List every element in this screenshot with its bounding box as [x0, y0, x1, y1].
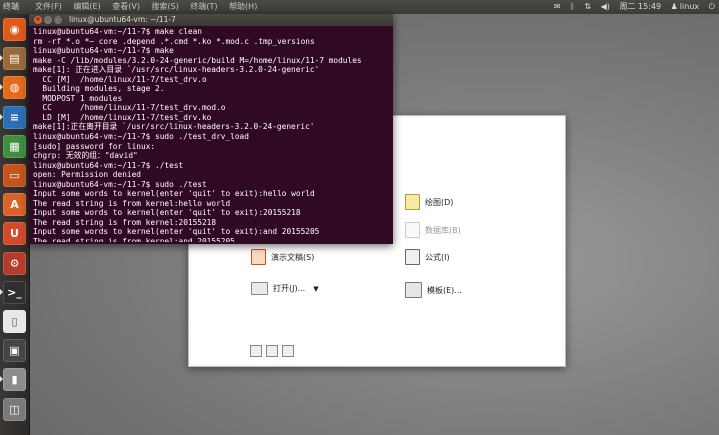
draw-icon: [405, 194, 420, 210]
terminal-titlebar[interactable]: × – □ linux@ubuntu64-vm: ~/11-7: [29, 14, 393, 26]
dash-home-icon[interactable]: ◉: [3, 18, 26, 41]
clock[interactable]: 周二 15:49: [619, 2, 661, 11]
software-center-icon[interactable]: A: [3, 193, 26, 217]
menu-terminal[interactable]: 终端(T): [190, 2, 217, 11]
terminal-line: CC [M] /home/linux/11-7/test_drv.o: [33, 74, 207, 84]
terminal-line: The read string is from kernel:hello wor…: [33, 198, 231, 208]
top-panel: 终端 文件(F) 编辑(E) 查看(V) 搜索(S) 终端(T) 帮助(H) ✉…: [0, 0, 719, 14]
system-tray: ✉ ᛒ ⇅ ◀) 周二 15:49 ♟ linux ⏻: [547, 0, 715, 14]
writer-icon[interactable]: ≡: [3, 105, 26, 129]
terminal-icon[interactable]: >_: [3, 280, 26, 304]
terminal-title: linux@ubuntu64-vm: ~/11-7: [69, 15, 176, 24]
terminal-line: rm -rf *.o *~ core .depend .*.cmd *.ko *…: [33, 36, 315, 46]
trash-icon[interactable]: ◫: [3, 397, 26, 421]
running-indicator: [0, 113, 3, 120]
terminal-window: × – □ linux@ubuntu64-vm: ~/11-7 linux@ub…: [29, 14, 393, 244]
terminal-line: The read string is from kernel:and 20155…: [33, 237, 235, 242]
templates-icon: [405, 282, 422, 298]
mail-icon[interactable]: ✉: [554, 2, 561, 11]
calc-icon[interactable]: ▦: [3, 134, 26, 158]
volume-icon[interactable]: ◀): [601, 2, 610, 11]
running-indicator: [0, 376, 3, 383]
active-app-title: 终端: [3, 2, 19, 11]
folder-icon: [251, 282, 268, 295]
terminal-line: CC /home/linux/11-7/test_drv.mod.o: [33, 103, 226, 113]
terminal-line: open: Permission denied: [33, 170, 141, 180]
terminal-output[interactable]: linux@ubuntu64-vm:~/11-7$ make clean rm -…: [33, 27, 391, 242]
terminal-line: MODPOST 1 modules: [33, 93, 123, 103]
running-indicator: [0, 84, 3, 91]
terminal-line: [sudo] password for linux:: [33, 141, 156, 151]
presentation-button[interactable]: 演示文稿(S): [251, 249, 314, 265]
open-button[interactable]: 打开(J)... ▼: [251, 282, 319, 295]
terminal-line: linux@ubuntu64-vm:~/11-7$ sudo ./test: [33, 179, 207, 189]
launcher: ◉ ▤ ◍ ≡ ▦ ▭ A U ⚙ >_ ▯ ▣ ▮ ◫: [0, 14, 30, 435]
firefox-icon[interactable]: ◍: [3, 76, 26, 100]
running-indicator: [0, 288, 3, 295]
templates-button[interactable]: 模板(E)...: [405, 282, 462, 298]
terminal-line: make -C /lib/modules/3.2.0-24-generic/bu…: [33, 55, 362, 65]
terminal-line: make[1]:正在离开目录 `/usr/src/linux-headers-3…: [33, 122, 315, 132]
menu-bar: 文件(F) 编辑(E) 查看(V) 搜索(S) 终端(T) 帮助(H): [35, 0, 266, 14]
extensions-icon[interactable]: [282, 345, 294, 357]
terminal-line: The read string is from kernel:20155218: [33, 217, 217, 227]
terminal-line: Input some words to kernel(enter 'quit' …: [33, 189, 315, 199]
network-icon[interactable]: ⇅: [584, 2, 591, 11]
menu-edit[interactable]: 编辑(E): [73, 2, 100, 11]
formula-icon: [405, 249, 420, 265]
files-icon[interactable]: ▤: [3, 47, 26, 71]
impress-icon[interactable]: ▭: [3, 164, 26, 187]
terminal-line: linux@ubuntu64-vm:~/11-7$ ./test: [33, 160, 184, 170]
terminal-line: chgrp: 无效的组："david": [33, 151, 138, 161]
info-icon[interactable]: [266, 345, 278, 357]
terminal-line: Input some words to kernel(enter 'quit' …: [33, 208, 301, 218]
formula-button[interactable]: 公式(I): [405, 249, 450, 265]
terminal-line: Input some words to kernel(enter 'quit' …: [33, 227, 320, 237]
database-button[interactable]: 数据库(B): [405, 222, 461, 238]
running-indicator: [0, 55, 3, 62]
menu-file[interactable]: 文件(F): [35, 2, 62, 11]
help-icon[interactable]: [250, 345, 262, 357]
terminal-line: linux@ubuntu64-vm:~/11-7$ make: [33, 46, 174, 56]
user-icon[interactable]: ♟: [671, 2, 678, 11]
terminal-line: linux@ubuntu64-vm:~/11-7$ make clean: [33, 27, 202, 36]
libreoffice-icon[interactable]: ▯: [3, 310, 26, 333]
close-icon[interactable]: ×: [34, 16, 42, 24]
ubuntu-one-icon[interactable]: U: [3, 222, 26, 246]
user-name[interactable]: linux: [680, 2, 699, 11]
draw-button[interactable]: 绘图(D): [405, 194, 453, 210]
terminal-line: linux@ubuntu64-vm:~/11-7$ sudo ./test_dr…: [33, 132, 249, 142]
presentation-icon: [251, 249, 266, 265]
minimize-icon[interactable]: –: [44, 16, 52, 24]
menu-help[interactable]: 帮助(H): [229, 2, 257, 11]
extension-icons: [250, 345, 294, 357]
bluetooth-icon[interactable]: ᛒ: [570, 2, 575, 11]
workspace-icon[interactable]: ▣: [3, 339, 26, 363]
maximize-icon[interactable]: □: [54, 16, 62, 24]
chevron-down-icon[interactable]: ▼: [313, 285, 318, 293]
database-icon: [405, 222, 420, 238]
system-settings-icon[interactable]: ⚙: [3, 251, 26, 275]
power-icon[interactable]: ⏻: [709, 2, 715, 11]
usb-drive-icon[interactable]: ▮: [3, 368, 26, 392]
terminal-line: make[1]: 正在进入目录 `/usr/src/linux-headers-…: [33, 65, 320, 75]
menu-view[interactable]: 查看(V): [112, 2, 140, 11]
menu-search[interactable]: 搜索(S): [152, 2, 179, 11]
terminal-line: Building modules, stage 2.: [33, 84, 165, 94]
